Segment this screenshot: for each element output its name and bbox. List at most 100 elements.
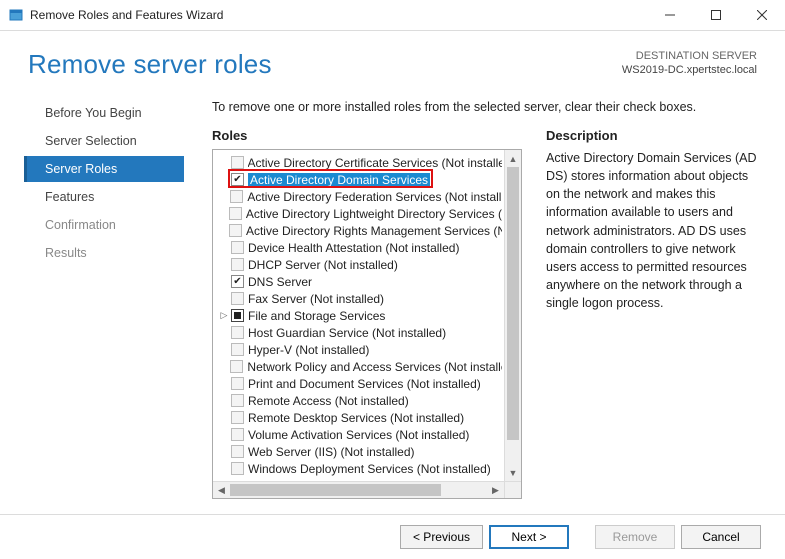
role-label: Device Health Attestation (Not installed… — [248, 241, 459, 255]
role-row[interactable]: Volume Activation Services (Not installe… — [219, 426, 502, 443]
role-checkbox — [230, 190, 243, 203]
scroll-up-button[interactable]: ▲ — [505, 150, 521, 167]
role-checkbox[interactable] — [231, 173, 244, 186]
role-expander[interactable]: ▷ — [219, 310, 229, 321]
role-row[interactable]: Fax Server (Not installed) — [219, 290, 502, 307]
role-label: Hyper-V (Not installed) — [248, 343, 369, 357]
role-label: Remote Desktop Services (Not installed) — [248, 411, 464, 425]
role-checkbox — [231, 241, 244, 254]
cancel-button[interactable]: Cancel — [681, 525, 761, 549]
role-label: Active Directory Federation Services (No… — [247, 190, 502, 204]
role-row[interactable]: Device Health Attestation (Not installed… — [219, 239, 502, 256]
role-row[interactable]: Remote Desktop Services (Not installed) — [219, 409, 502, 426]
close-button[interactable] — [739, 0, 785, 30]
description-text: Active Directory Domain Services (AD DS)… — [546, 149, 761, 312]
role-checkbox — [231, 394, 244, 407]
scroll-left-button[interactable]: ◀ — [213, 482, 230, 498]
role-label: DNS Server — [248, 275, 312, 289]
role-checkbox — [230, 360, 243, 373]
role-checkbox — [229, 207, 242, 220]
role-label: Web Server (IIS) (Not installed) — [248, 445, 415, 459]
maximize-button[interactable] — [693, 0, 739, 30]
wizard-footer: < Previous Next > Remove Cancel — [0, 514, 785, 559]
app-icon — [8, 7, 24, 23]
role-checkbox — [231, 377, 244, 390]
role-label: Host Guardian Service (Not installed) — [248, 326, 446, 340]
scroll-right-button[interactable]: ▶ — [487, 482, 504, 498]
role-checkbox — [231, 428, 244, 441]
role-label: Windows Deployment Services (Not install… — [248, 462, 491, 476]
role-row[interactable]: Active Directory Domain Services — [219, 171, 502, 188]
role-row[interactable]: Host Guardian Service (Not installed) — [219, 324, 502, 341]
wizard-step[interactable]: Server Roles — [24, 156, 184, 182]
wizard-step[interactable]: Before You Begin — [24, 100, 184, 126]
main-panel: To remove one or more installed roles fr… — [184, 94, 761, 499]
role-label: Remote Access (Not installed) — [248, 394, 409, 408]
role-label: Network Policy and Access Services (Not … — [247, 360, 502, 374]
role-label: Print and Document Services (Not install… — [248, 377, 481, 391]
role-checkbox — [231, 445, 244, 458]
scroll-h-thumb[interactable] — [230, 484, 441, 496]
wizard-step[interactable]: Server Selection — [24, 128, 184, 154]
wizard-steps: Before You BeginServer SelectionServer R… — [24, 94, 184, 499]
role-row[interactable]: Network Policy and Access Services (Not … — [219, 358, 502, 375]
scroll-h-track[interactable] — [230, 482, 487, 498]
wizard-step: Confirmation — [24, 212, 184, 238]
role-row[interactable]: Active Directory Lightweight Directory S… — [219, 205, 502, 222]
destination-server-label: DESTINATION SERVER — [622, 49, 757, 63]
scroll-v-thumb[interactable] — [507, 167, 519, 440]
roles-column: Roles Active Directory Certificate Servi… — [212, 128, 522, 499]
vertical-scrollbar[interactable]: ▲ ▼ — [504, 150, 521, 481]
role-row[interactable]: Hyper-V (Not installed) — [219, 341, 502, 358]
wizard-step[interactable]: Features — [24, 184, 184, 210]
remove-button: Remove — [595, 525, 675, 549]
role-label: DHCP Server (Not installed) — [248, 258, 398, 272]
role-row[interactable]: Print and Document Services (Not install… — [219, 375, 502, 392]
wizard-body: Before You BeginServer SelectionServer R… — [0, 94, 785, 499]
page-heading: Remove server roles — [28, 49, 622, 80]
role-label: Fax Server (Not installed) — [248, 292, 384, 306]
role-label: Active Directory Rights Management Servi… — [246, 224, 502, 238]
description-header: Description — [546, 128, 761, 143]
minimize-button[interactable] — [647, 0, 693, 30]
role-label: Active Directory Domain Services — [248, 173, 430, 187]
destination-server-name: WS2019-DC.xpertstec.local — [622, 63, 757, 77]
role-row[interactable]: Windows Deployment Services (Not install… — [219, 460, 502, 477]
wizard-header: Remove server roles DESTINATION SERVER W… — [0, 31, 785, 94]
roles-list[interactable]: Active Directory Certificate Services (N… — [213, 150, 504, 481]
role-row[interactable]: Active Directory Rights Management Servi… — [219, 222, 502, 239]
role-row[interactable]: Active Directory Certificate Services (N… — [219, 154, 502, 171]
horizontal-scrollbar[interactable]: ◀ ▶ — [213, 481, 504, 498]
description-column: Description Active Directory Domain Serv… — [522, 128, 761, 499]
button-spacer — [575, 525, 589, 549]
window-title: Remove Roles and Features Wizard — [30, 8, 647, 22]
role-checkbox[interactable] — [231, 309, 244, 322]
role-row[interactable]: ▷ File and Storage Services — [219, 307, 502, 324]
next-button[interactable]: Next > — [489, 525, 569, 549]
role-label: Active Directory Lightweight Directory S… — [246, 207, 502, 221]
role-checkbox — [231, 411, 244, 424]
role-row[interactable]: DHCP Server (Not installed) — [219, 256, 502, 273]
role-checkbox — [231, 292, 244, 305]
role-checkbox[interactable] — [231, 275, 244, 288]
role-row[interactable]: DNS Server — [219, 273, 502, 290]
roles-header: Roles — [212, 128, 522, 143]
wizard-step: Results — [24, 240, 184, 266]
previous-button[interactable]: < Previous — [400, 525, 483, 549]
scroll-v-track[interactable] — [505, 167, 521, 464]
role-row[interactable]: Web Server (IIS) (Not installed) — [219, 443, 502, 460]
intro-text: To remove one or more installed roles fr… — [212, 100, 761, 114]
scroll-down-button[interactable]: ▼ — [505, 464, 521, 481]
role-checkbox — [231, 258, 244, 271]
role-checkbox — [231, 156, 244, 169]
scrollbar-corner — [504, 481, 521, 498]
titlebar: Remove Roles and Features Wizard — [0, 0, 785, 30]
role-row[interactable]: Remote Access (Not installed) — [219, 392, 502, 409]
role-label: File and Storage Services — [248, 309, 385, 323]
role-row[interactable]: Active Directory Federation Services (No… — [219, 188, 502, 205]
role-label: Active Directory Certificate Services (N… — [248, 156, 503, 170]
destination-server-block: DESTINATION SERVER WS2019-DC.xpertstec.l… — [622, 49, 757, 78]
role-checkbox — [231, 343, 244, 356]
role-checkbox — [231, 326, 244, 339]
role-checkbox — [231, 462, 244, 475]
